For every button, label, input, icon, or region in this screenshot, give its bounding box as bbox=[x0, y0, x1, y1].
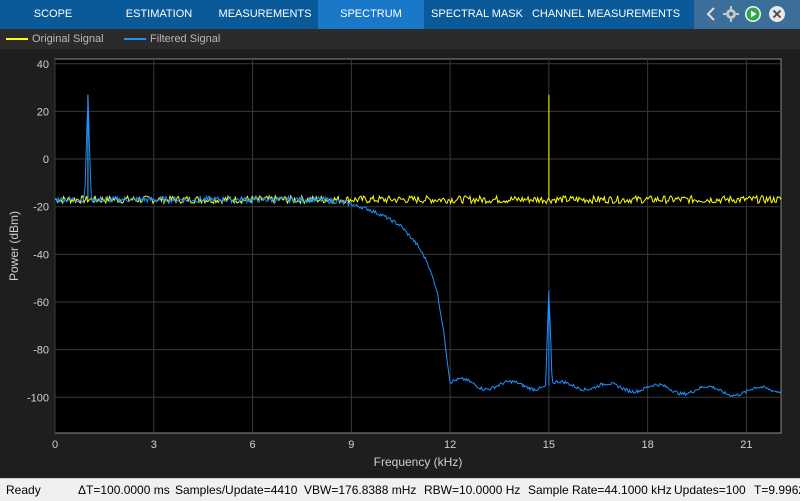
status-vbw: VBW=176.8388 mHz bbox=[304, 483, 417, 497]
y-tick-label: -40 bbox=[33, 249, 49, 261]
collapse-icon[interactable] bbox=[702, 5, 720, 23]
y-axis-label: Power (dBm) bbox=[7, 211, 21, 281]
status-samples-update: Samples/Update=4410 bbox=[175, 483, 298, 497]
y-tick-label: 40 bbox=[37, 59, 49, 71]
x-tick-label: 12 bbox=[444, 439, 456, 451]
legend-label-filtered: Filtered Signal bbox=[150, 33, 221, 45]
status-delta-t: ΔT=100.0000 ms bbox=[78, 483, 170, 497]
legend-item-original[interactable]: Original Signal bbox=[6, 29, 104, 49]
settings-icon[interactable] bbox=[722, 5, 740, 23]
x-axis-label: Frequency (kHz) bbox=[374, 455, 463, 469]
status-time: T=9.9962 bbox=[754, 483, 800, 497]
tab-spectral-mask[interactable]: SPECTRAL MASK bbox=[424, 0, 530, 29]
status-ready: Ready bbox=[6, 483, 41, 497]
status-bar: Ready ΔT=100.0000 ms Samples/Update=4410… bbox=[0, 478, 800, 501]
status-rbw: RBW=10.0000 Hz bbox=[424, 483, 521, 497]
tab-measurements[interactable]: MEASUREMENTS bbox=[212, 0, 318, 29]
y-tick-label: -60 bbox=[33, 297, 49, 309]
y-tick-label: 20 bbox=[37, 106, 49, 118]
legend: Original Signal Filtered Signal bbox=[0, 29, 800, 49]
y-tick-label: -80 bbox=[33, 345, 49, 357]
y-tick-label: -100 bbox=[27, 392, 49, 404]
x-tick-label: 9 bbox=[348, 439, 354, 451]
x-tick-label: 0 bbox=[52, 439, 58, 451]
status-updates: Updates=100 bbox=[674, 483, 746, 497]
x-tick-label: 3 bbox=[151, 439, 157, 451]
x-tick-label: 6 bbox=[249, 439, 255, 451]
legend-swatch-filtered bbox=[124, 38, 146, 41]
legend-item-filtered[interactable]: Filtered Signal bbox=[124, 29, 220, 49]
spectrum-plot[interactable]: 40 20 0 -20 -40 -60 -80 -100 0 3 6 9 12 15 18 21 Frequ… bbox=[0, 49, 800, 478]
close-icon[interactable] bbox=[768, 5, 786, 23]
status-sample-rate: Sample Rate=44.1000 kHz bbox=[528, 483, 672, 497]
legend-label-original: Original Signal bbox=[32, 33, 104, 45]
tab-scope[interactable]: SCOPE bbox=[0, 0, 106, 29]
quick-access-toolbar bbox=[694, 0, 800, 29]
run-icon[interactable] bbox=[744, 5, 762, 23]
legend-swatch-original bbox=[6, 38, 28, 41]
toolstrip: SCOPE ESTIMATION MEASUREMENTS SPECTRUM S… bbox=[0, 0, 800, 29]
tab-channel-measurements[interactable]: CHANNEL MEASUREMENTS bbox=[530, 0, 682, 29]
x-tick-label: 15 bbox=[543, 439, 555, 451]
x-tick-label: 18 bbox=[642, 439, 654, 451]
tab-estimation[interactable]: ESTIMATION bbox=[106, 0, 212, 29]
y-tick-label: 0 bbox=[43, 154, 49, 166]
x-tick-label: 21 bbox=[740, 439, 752, 451]
y-tick-label: -20 bbox=[33, 202, 49, 214]
tab-spectrum[interactable]: SPECTRUM bbox=[318, 0, 424, 29]
